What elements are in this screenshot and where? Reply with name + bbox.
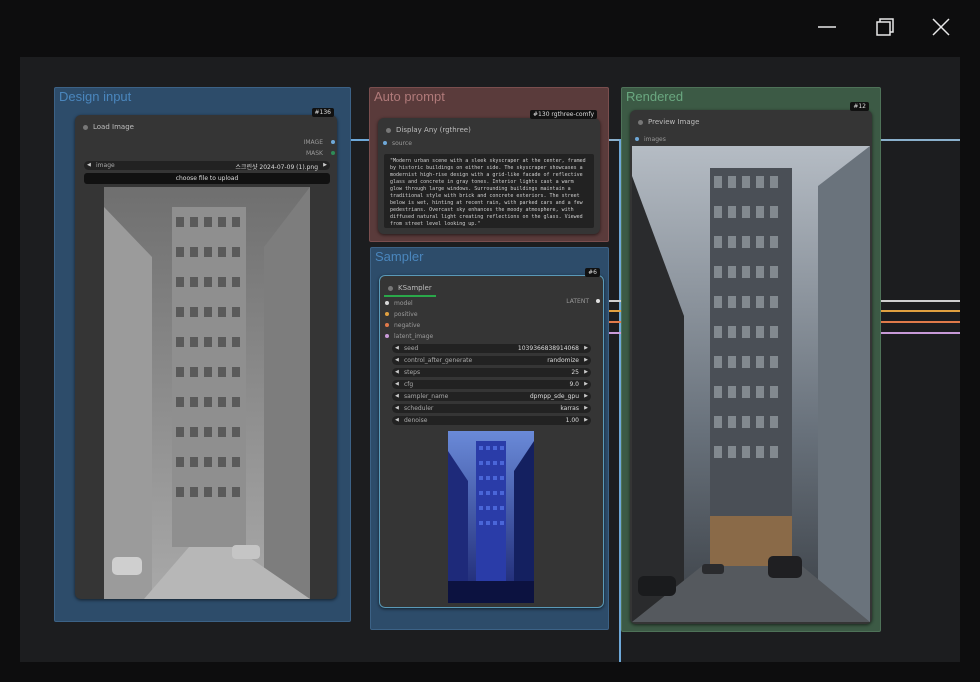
ksampler-node[interactable]: KSampler #6 LATENT model positive negati… <box>379 268 604 608</box>
preview-image-node[interactable]: Preview Image #12 images <box>630 102 872 624</box>
collapse-dot-icon[interactable] <box>638 120 643 125</box>
title-bar <box>0 0 980 56</box>
widget-seed[interactable]: ◀ seed 1039366838914068 ▶ <box>392 344 591 353</box>
chevron-left-icon[interactable]: ◀ <box>395 417 399 423</box>
group-title: Rendered <box>626 89 684 104</box>
input-source-label: source <box>392 140 412 147</box>
output-mask-label: MASK <box>305 150 323 157</box>
chevron-right-icon[interactable]: ▶ <box>584 381 588 387</box>
chevron-left-icon[interactable]: ◀ <box>395 393 399 399</box>
restore-icon[interactable] <box>868 10 902 44</box>
node-title: Preview Image <box>648 118 700 126</box>
node-header[interactable]: Preview Image <box>630 110 872 134</box>
collapse-dot-icon[interactable] <box>386 128 391 133</box>
input-latent-dot-icon[interactable] <box>385 334 389 338</box>
widget-sampler-name[interactable]: ◀ sampler_name dpmpp_sde_gpu ▶ <box>392 392 591 401</box>
output-image-label: IMAGE <box>303 139 323 146</box>
input-positive-label: positive <box>394 311 418 318</box>
input-model-dot-icon[interactable] <box>385 301 389 305</box>
input-positive-dot-icon[interactable] <box>385 312 389 316</box>
loaded-image-preview <box>104 187 310 599</box>
output-latent-dot-icon[interactable] <box>596 299 600 303</box>
group-auto-prompt[interactable]: Auto prompt Display Any (rgthree) #130 r… <box>369 87 609 242</box>
group-design-input[interactable]: Design input Load Image #136 IMAGE MASK … <box>54 87 351 622</box>
chevron-right-icon[interactable]: ▶ <box>584 393 588 399</box>
rendered-image-preview <box>632 146 870 622</box>
upload-button[interactable]: choose file to upload <box>84 173 330 184</box>
image-combo-widget[interactable]: ◀ image 스크린샷 2024-07-09 (1).png ▶ <box>84 161 330 171</box>
chevron-right-icon[interactable]: ▶ <box>584 357 588 363</box>
node-title: KSampler <box>398 284 432 292</box>
chevron-right-icon[interactable]: ▶ <box>323 162 327 168</box>
app-window: Design input Load Image #136 IMAGE MASK … <box>0 0 980 682</box>
minimize-icon[interactable] <box>810 10 844 44</box>
widget-denoise[interactable]: ◀ denoise 1.00 ▶ <box>392 416 591 425</box>
chevron-right-icon[interactable]: ▶ <box>584 417 588 423</box>
output-image-dot-icon[interactable] <box>331 140 335 144</box>
node-id-badge: #130 rgthree-comfy <box>530 110 597 119</box>
link-model-wire-right <box>868 310 960 312</box>
group-rendered[interactable]: Rendered Preview Image #12 images <box>621 87 881 632</box>
output-mask-dot-icon[interactable] <box>331 151 335 155</box>
close-icon[interactable] <box>924 10 958 44</box>
node-title: Display Any (rgthree) <box>396 126 471 134</box>
display-text-area[interactable]: "Modern urban scene with a sleek skyscra… <box>384 154 594 228</box>
input-negative-dot-icon[interactable] <box>385 323 389 327</box>
link-positive-wire-right <box>868 321 960 323</box>
chevron-left-icon[interactable]: ◀ <box>395 357 399 363</box>
node-title: Load Image <box>93 123 134 131</box>
widget-scheduler[interactable]: ◀ scheduler karras ▶ <box>392 404 591 413</box>
node-header[interactable]: Load Image <box>75 115 337 139</box>
collapse-dot-icon[interactable] <box>388 286 393 291</box>
chevron-left-icon[interactable]: ◀ <box>395 369 399 375</box>
input-source-dot-icon[interactable] <box>383 141 387 145</box>
chevron-left-icon[interactable]: ◀ <box>395 381 399 387</box>
group-title: Auto prompt <box>374 89 445 104</box>
input-negative-label: negative <box>394 322 421 329</box>
link-negative-wire-right <box>868 332 960 334</box>
chevron-left-icon[interactable]: ◀ <box>395 405 399 411</box>
latent-preview-image <box>448 431 534 603</box>
widget-control-after-generate[interactable]: ◀ control_after_generate randomize ▶ <box>392 356 591 365</box>
node-id-badge: #136 <box>311 108 334 117</box>
link-latent-wire-right <box>868 300 960 302</box>
chevron-right-icon[interactable]: ▶ <box>584 345 588 351</box>
chevron-left-icon[interactable]: ◀ <box>87 162 91 168</box>
progress-bar <box>384 295 436 297</box>
node-graph-canvas[interactable]: Design input Load Image #136 IMAGE MASK … <box>20 57 960 662</box>
widget-cfg[interactable]: ◀ cfg 9.0 ▶ <box>392 380 591 389</box>
collapse-dot-icon[interactable] <box>83 125 88 130</box>
node-id-badge: #6 <box>585 268 600 277</box>
input-model-label: model <box>394 300 413 307</box>
chevron-right-icon[interactable]: ▶ <box>584 369 588 375</box>
group-title: Design input <box>59 89 132 104</box>
input-images-dot-icon[interactable] <box>635 137 639 141</box>
chevron-left-icon[interactable]: ◀ <box>395 345 399 351</box>
node-id-badge: #12 <box>850 102 869 111</box>
widget-steps[interactable]: ◀ steps 25 ▶ <box>392 368 591 377</box>
output-latent-label: LATENT <box>566 298 589 305</box>
load-image-node[interactable]: Load Image #136 IMAGE MASK ◀ image 스크린샷 … <box>75 108 337 599</box>
group-title: Sampler <box>375 249 424 264</box>
node-header[interactable]: Display Any (rgthree) <box>378 118 600 142</box>
input-images-label: images <box>644 136 666 143</box>
chevron-right-icon[interactable]: ▶ <box>584 405 588 411</box>
group-sampler[interactable]: Sampler KSampler #6 LATENT model positiv… <box>370 247 609 630</box>
input-latent-label: latent_image <box>394 333 434 340</box>
display-any-node[interactable]: Display Any (rgthree) #130 rgthree-comfy… <box>378 110 600 234</box>
